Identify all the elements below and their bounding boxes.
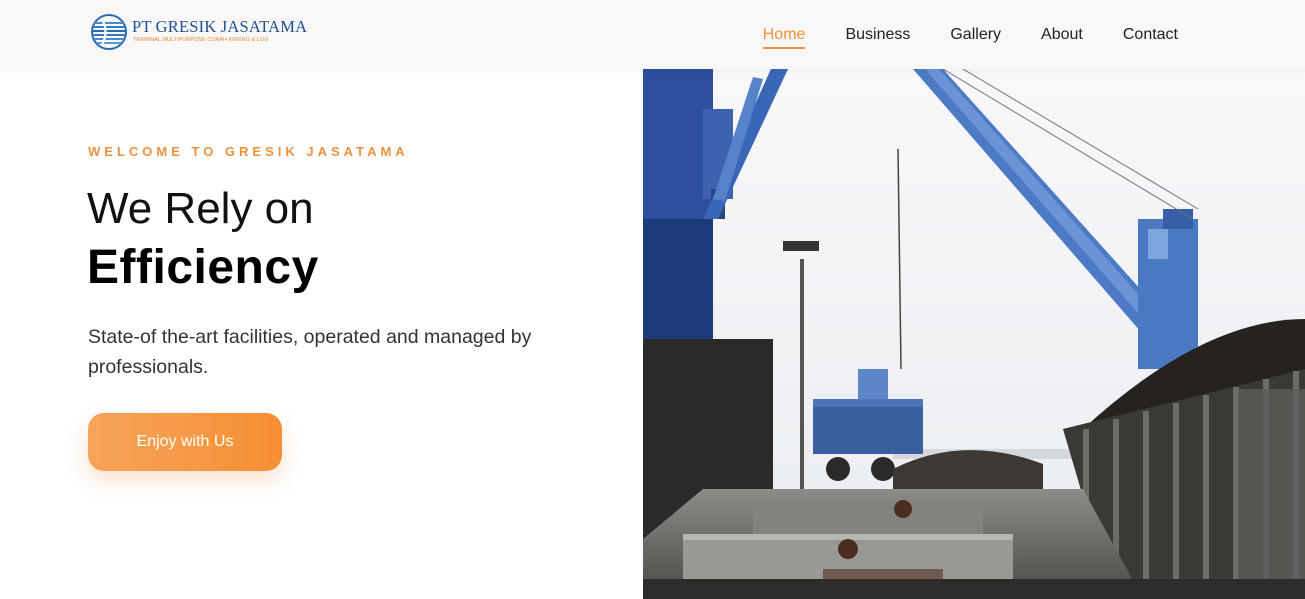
- hero-description: State-of the-art facilities, operated an…: [88, 326, 532, 378]
- port-crane-photo-icon: [643, 69, 1305, 599]
- company-logo[interactable]: PT GRESIK JASATAMA TERMINAL MULTIPURPOSE…: [90, 13, 307, 53]
- nav-home[interactable]: Home: [762, 0, 805, 69]
- nav-gallery[interactable]: Gallery: [950, 0, 1001, 69]
- site-header: PT GRESIK JASATAMA TERMINAL MULTIPURPOSE…: [0, 0, 1305, 69]
- logo-name: PT GRESIK JASATAMA: [132, 17, 308, 36]
- logo-tagline: TERMINAL MULTIPURPOSE CURAH KERING & LOG: [133, 37, 269, 43]
- main-nav: Home Business Gallery About Contact: [762, 0, 1178, 69]
- hero-title-line1: We Rely on: [87, 184, 314, 233]
- nav-about[interactable]: About: [1041, 0, 1083, 69]
- nav-business[interactable]: Business: [845, 0, 910, 69]
- enjoy-with-us-button[interactable]: Enjoy with Us: [88, 413, 282, 471]
- hero-title-line2: Efficiency: [87, 241, 319, 294]
- hero-kicker: WELCOME TO GRESIK JASATAMA: [88, 144, 409, 159]
- nav-contact[interactable]: Contact: [1123, 0, 1178, 69]
- logo-globe-icon: [91, 14, 127, 50]
- hero-image: [643, 69, 1305, 599]
